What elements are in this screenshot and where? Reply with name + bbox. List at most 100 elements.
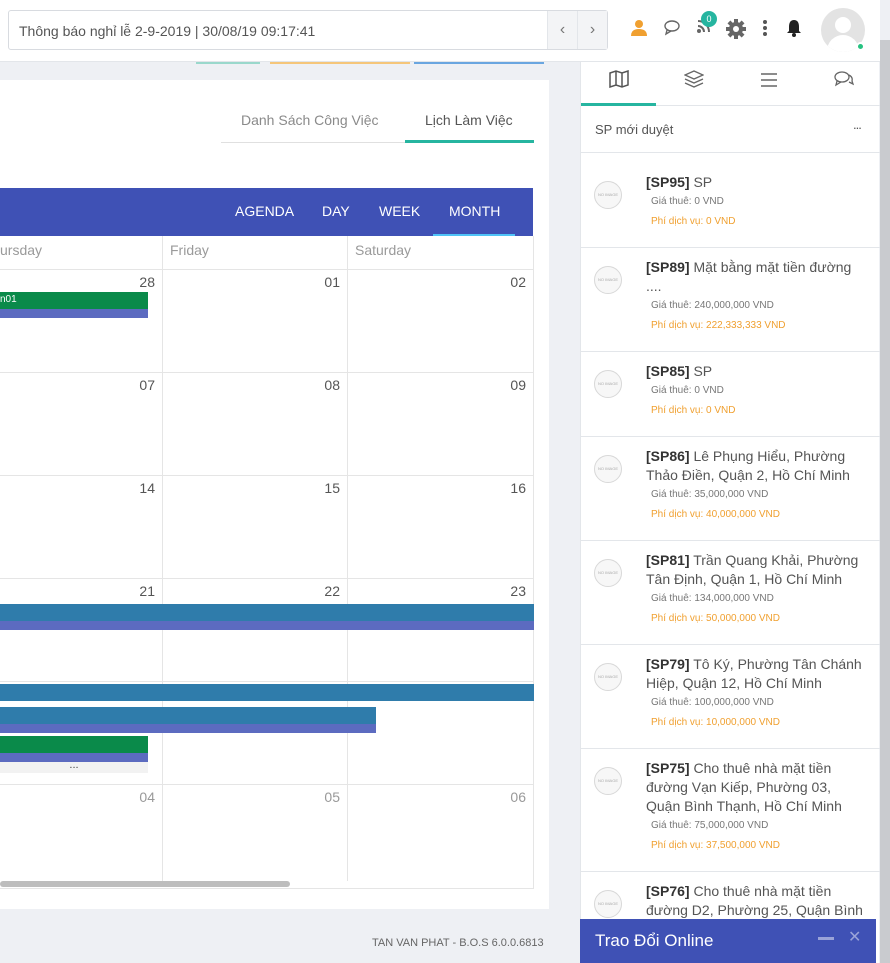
main-panel: Danh Sách Công Việc Lịch Làm Việc AGENDA… — [0, 80, 549, 909]
prev-button[interactable]: ‹ — [547, 11, 577, 49]
item-fee: Phí dịch vụ: 40,000,000 VND — [651, 509, 780, 520]
no-image-icon: NO IMAGE — [594, 890, 622, 918]
calendar-event[interactable] — [0, 736, 148, 753]
gear-icon[interactable] — [725, 18, 747, 40]
chat-title: Trao Đổi Online — [595, 931, 714, 950]
item-code: [SP95] — [646, 174, 690, 190]
day-number[interactable]: 07 — [115, 377, 155, 393]
footer-version: TAN VAN PHAT - B.O.S 6.0.0.6813 — [372, 937, 544, 949]
horizontal-scrollbar[interactable] — [0, 881, 290, 887]
list-item[interactable]: NO IMAGE [SP75] Cho thuê nhà mặt tiền đư… — [581, 749, 880, 872]
list-item[interactable]: NO IMAGE [SP86] Lê Phụng Hiểu, Phường Th… — [581, 437, 880, 541]
tab-task-list[interactable]: Danh Sách Công Việc — [241, 108, 379, 143]
no-image-icon: NO IMAGE — [594, 767, 622, 795]
calendar-grid: ursday Friday Saturday 28 01 02 07 08 09… — [0, 236, 534, 889]
calendar-event[interactable] — [0, 309, 148, 318]
item-code: [SP75] — [646, 760, 690, 776]
online-status-dot — [856, 42, 865, 51]
item-code: [SP79] — [646, 656, 690, 672]
comments-tab[interactable] — [806, 62, 881, 106]
item-code: [SP76] — [646, 883, 690, 899]
day-number[interactable]: 15 — [300, 480, 340, 496]
minimize-icon[interactable] — [818, 937, 834, 940]
item-code: [SP89] — [646, 259, 690, 275]
calendar-event[interactable] — [0, 684, 534, 701]
item-fee: Phí dịch vụ: 222,333,333 VND — [651, 320, 786, 331]
right-panel-header: SP mới duyệt ... — [581, 106, 880, 153]
top-bar: Thông báo nghỉ lễ 2-9-2019 | 30/08/19 09… — [0, 0, 880, 62]
day-number[interactable]: 21 — [115, 583, 155, 599]
item-fee: Phí dịch vụ: 0 VND — [651, 405, 736, 416]
right-panel: SP mới duyệt ... NO IMAGE [SP95] SP Giá … — [580, 62, 881, 963]
comments-icon — [833, 71, 854, 92]
day-number[interactable]: 08 — [300, 377, 340, 393]
next-button[interactable]: › — [577, 11, 607, 49]
panel-more-button[interactable]: ... — [853, 117, 862, 132]
item-fee: Phí dịch vụ: 0 VND — [651, 216, 736, 227]
list-item[interactable]: NO IMAGE [SP95] SP Giá thuê: 0 VND Phí d… — [581, 153, 880, 248]
item-fee: Phí dịch vụ: 50,000,000 VND — [651, 613, 780, 624]
user-icon[interactable] — [629, 18, 649, 40]
no-image-icon: NO IMAGE — [594, 663, 622, 691]
layers-tab[interactable] — [656, 62, 731, 106]
item-title: SP — [693, 174, 713, 190]
event-label: n01 — [0, 294, 17, 305]
month-view-button[interactable]: MONTH — [433, 188, 515, 236]
list-item[interactable]: NO IMAGE [SP85] SP Giá thuê: 0 VND Phí d… — [581, 352, 880, 437]
map-tab[interactable] — [581, 62, 656, 106]
day-number[interactable]: 28 — [115, 274, 155, 290]
day-number[interactable]: 22 — [300, 583, 340, 599]
view-tabs: Danh Sách Công Việc Lịch Làm Việc — [221, 108, 534, 143]
item-price: Giá thuê: 0 VND — [651, 385, 724, 396]
calendar-event[interactable] — [0, 621, 534, 630]
more-events-link[interactable]: ... — [0, 760, 148, 773]
list-item[interactable]: NO IMAGE [SP89] Mặt bằng mặt tiền đường … — [581, 248, 880, 352]
kebab-icon[interactable] — [757, 18, 773, 40]
no-image-icon: NO IMAGE — [594, 455, 622, 483]
item-price: Giá thuê: 0 VND — [651, 196, 724, 207]
item-fee: Phí dịch vụ: 37,500,000 VND — [651, 840, 780, 851]
day-view-button[interactable]: DAY — [322, 188, 350, 236]
item-code: [SP81] — [646, 552, 690, 568]
page-scrollbar[interactable] — [880, 40, 890, 963]
bell-icon[interactable] — [784, 18, 804, 40]
day-header-thursday: ursday — [0, 242, 43, 258]
no-image-icon: NO IMAGE — [594, 266, 622, 294]
agenda-view-button[interactable]: AGENDA — [235, 188, 294, 236]
day-number[interactable]: 06 — [486, 789, 526, 805]
calendar-event[interactable] — [0, 724, 376, 733]
item-price: Giá thuê: 75,000,000 VND — [651, 820, 769, 831]
day-number[interactable]: 02 — [486, 274, 526, 290]
day-header-saturday: Saturday — [355, 242, 412, 258]
rss-badge: 0 — [701, 11, 717, 27]
day-number[interactable]: 05 — [300, 789, 340, 805]
day-number[interactable]: 23 — [486, 583, 526, 599]
panel-title: SP mới duyệt — [595, 122, 674, 137]
calendar-event[interactable]: n01 — [0, 292, 148, 309]
list-icon — [760, 72, 778, 92]
notification-text: Thông báo nghỉ lễ 2-9-2019 | 30/08/19 09… — [19, 23, 316, 39]
list-tab[interactable] — [731, 62, 806, 106]
list-item[interactable]: NO IMAGE [SP81] Trần Quang Khải, Phường … — [581, 541, 880, 645]
day-number[interactable]: 04 — [115, 789, 155, 805]
calendar-event[interactable] — [0, 707, 376, 724]
list-item[interactable]: NO IMAGE [SP79] Tô Ký, Phường Tân Chánh … — [581, 645, 880, 749]
item-code: [SP85] — [646, 363, 690, 379]
day-number[interactable]: 16 — [486, 480, 526, 496]
no-image-icon: NO IMAGE — [594, 559, 622, 587]
week-view-button[interactable]: WEEK — [379, 188, 420, 236]
day-number[interactable]: 09 — [486, 377, 526, 393]
close-icon[interactable]: ✕ — [848, 927, 861, 947]
item-code: [SP86] — [646, 448, 690, 464]
day-header-friday: Friday — [170, 242, 209, 258]
tab-calendar[interactable]: Lịch Làm Việc — [405, 108, 534, 143]
item-price: Giá thuê: 240,000,000 VND — [651, 300, 774, 311]
online-chat-bar[interactable]: Trao Đổi Online ✕ — [580, 919, 876, 963]
day-number[interactable]: 01 — [300, 274, 340, 290]
calendar-event[interactable] — [0, 604, 534, 621]
day-number[interactable]: 14 — [115, 480, 155, 496]
chat-icon[interactable] — [662, 18, 682, 40]
notification-box[interactable]: Thông báo nghỉ lễ 2-9-2019 | 30/08/19 09… — [8, 10, 608, 50]
no-image-icon: NO IMAGE — [594, 370, 622, 398]
item-price: Giá thuê: 35,000,000 VND — [651, 489, 769, 500]
